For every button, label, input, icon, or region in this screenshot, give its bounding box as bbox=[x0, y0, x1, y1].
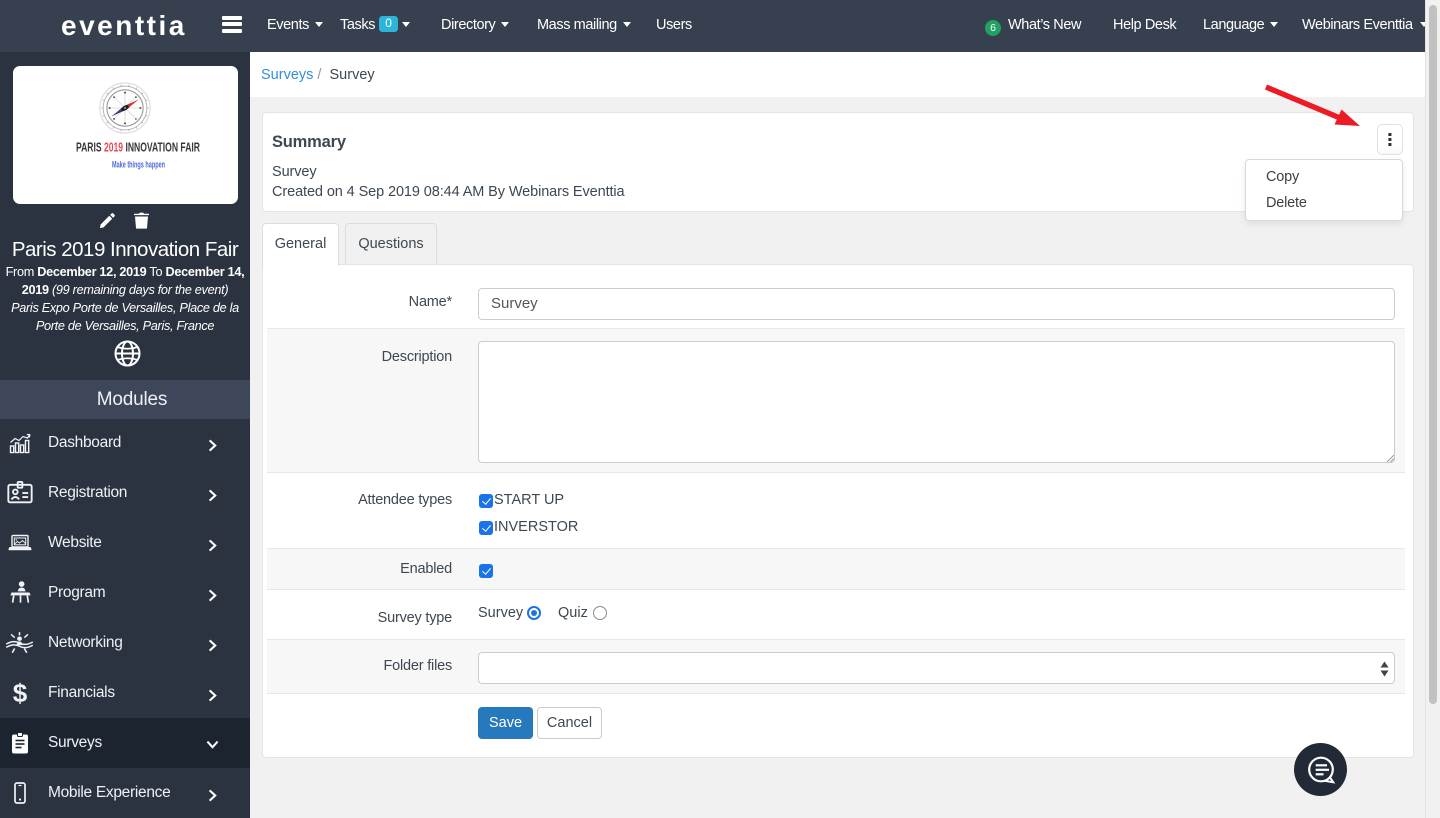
svg-text:PARIS 2019 INNOVATION FAIR: PARIS 2019 INNOVATION FAIR bbox=[76, 141, 200, 155]
svg-text:Make things happen: Make things happen bbox=[112, 160, 165, 170]
